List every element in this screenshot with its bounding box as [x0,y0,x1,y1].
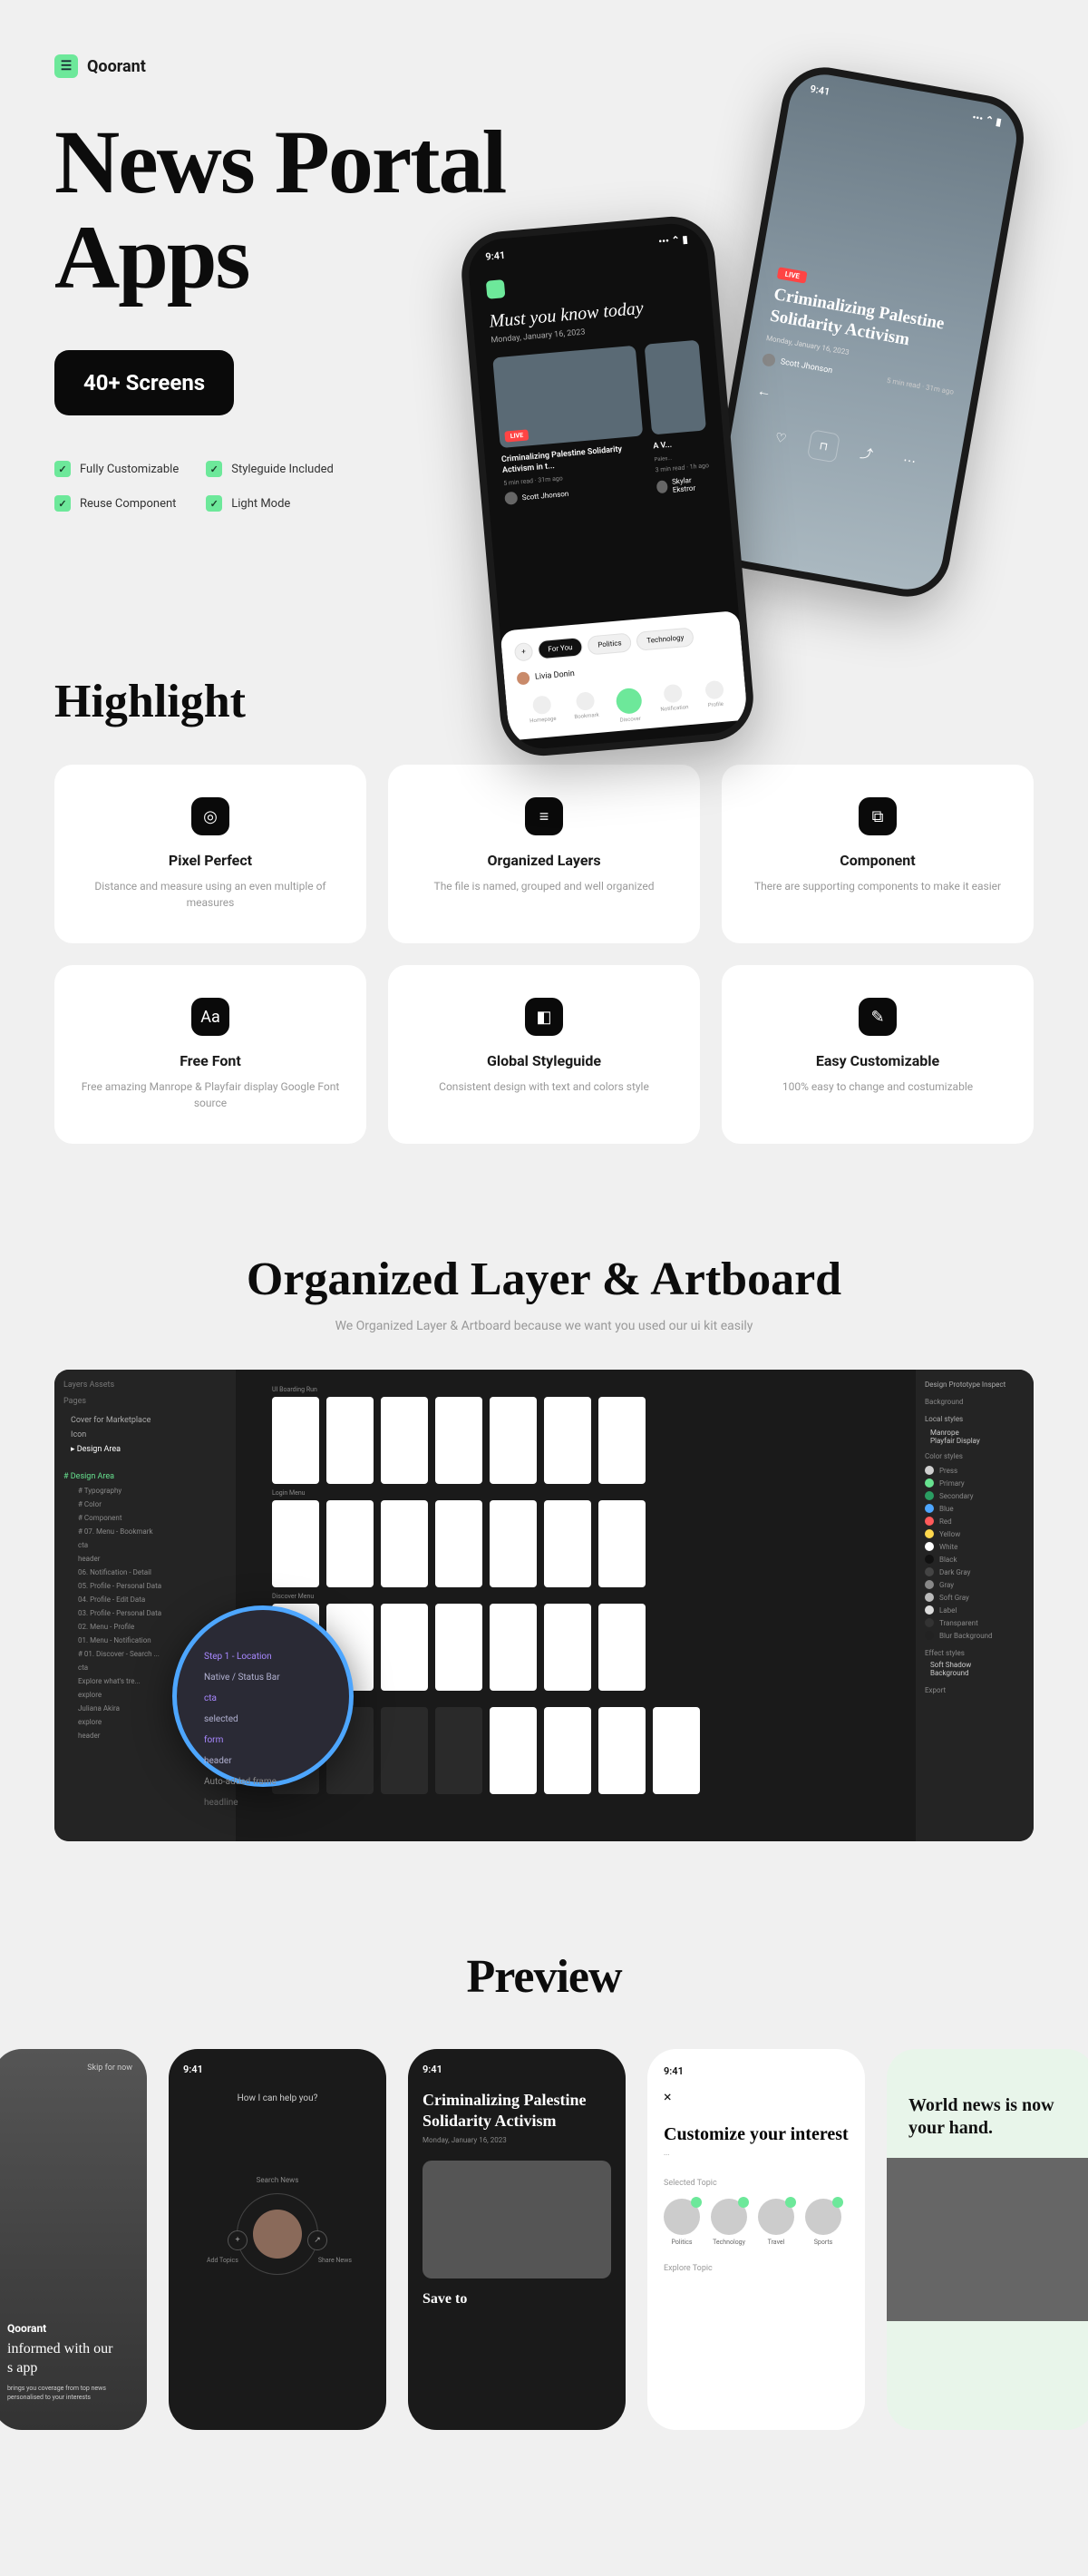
news-card[interactable]: A V... Pales... 3 min read · 1h ago Skyl… [645,340,712,495]
live-badge: LIVE [777,267,808,283]
check-icon: ✓ [54,461,71,477]
chip-politics[interactable]: Politics [587,632,632,655]
feature-icon: ◧ [525,998,563,1036]
voice-ring[interactable]: + Add Topics ↗ Share News [237,2193,318,2275]
phone-mockup-article: 9:41••• ⌃ ▮ LIVE Criminalizing Palestine… [701,61,1030,603]
chip-foryou[interactable]: For You [538,637,584,659]
tab-notification[interactable]: Notification [658,683,689,720]
figma-screenshot: Layers Assets Pages Cover for Marketplac… [54,1370,1034,1841]
topic-item[interactable]: Politics [664,2199,700,2246]
back-icon[interactable]: ← [755,381,772,401]
author-row: Scott Jhonson 5 min read · 31m ago [762,352,955,398]
preview-screen-voice-search: 9:41 How I can help you? Search News + A… [169,2049,386,2430]
preview-screen-onboarding: Skip for now Qoorant informed with ours … [0,2049,147,2430]
color-swatch: Red [925,1515,1025,1527]
feature-item: ✓Fully Customizable [54,461,179,477]
color-swatch: Gray [925,1578,1025,1591]
figma-canvas: UI Boarding RunLogin MenuDiscover MenuHo… [236,1370,916,1841]
feature-icon: ✎ [859,998,897,1036]
status-icons: ••• ⌃ ▮ [658,233,688,248]
topic-item[interactable]: Sports [805,2199,841,2246]
brand-name: Qoorant [87,57,146,76]
color-swatch: White [925,1540,1025,1553]
hero-image [887,2158,1088,2321]
tab-profile[interactable]: Profile [704,680,725,717]
feature-icon: ◎ [191,797,229,835]
home-icon [532,695,552,715]
feature-item: ✓Reuse Component [54,495,179,512]
preview-title: Preview [54,1950,1034,2004]
avatar [253,2210,302,2259]
like-icon[interactable]: ♡ [764,421,798,454]
screens-badge: 40+ Screens [54,350,234,415]
status-icons: ••• ⌃ ▮ [971,112,1002,128]
color-swatch: Transparent [925,1616,1025,1629]
color-swatch: Blue [925,1502,1025,1515]
hero-title: News PortalApps [54,114,505,305]
avatar [504,492,518,505]
bookmark-icon [576,691,596,711]
tab-bookmark[interactable]: Bookmark [572,691,599,727]
highlight-card: ✎Easy Customizable100% easy to change an… [722,965,1034,1144]
avatar [762,352,776,366]
profile-icon [704,680,724,700]
bell-icon [664,684,684,704]
add-topic-button[interactable]: + [514,641,534,661]
avatar [517,671,530,685]
share-news-icon[interactable]: ↗ [307,2230,327,2250]
feature-icon: ≡ [525,797,563,835]
zoom-lens: Step 1 - Location Native / Status Bar ct… [172,1605,354,1787]
highlight-card: ◎Pixel PerfectDistance and measure using… [54,765,366,943]
topic-item[interactable]: Travel [758,2199,794,2246]
organized-subtitle: We Organized Layer & Artboard because we… [54,1319,1034,1333]
avatar [656,480,668,493]
news-card[interactable]: LIVE Criminalizing Palestine Solidarity … [492,346,648,509]
color-swatch: Press [925,1464,1025,1477]
feature-icon: ⧉ [859,797,897,835]
tab-discover[interactable]: Discover [615,688,643,724]
article-title: Criminalizing Palestine Solidarity Activ… [768,284,967,360]
feature-item: ✓Light Mode [206,495,334,512]
chip-technology[interactable]: Technology [636,627,695,650]
color-swatch: Primary [925,1477,1025,1489]
feature-item: ✓Styleguide Included [206,461,334,477]
add-topics-icon[interactable]: + [228,2230,248,2250]
color-swatch: Label [925,1604,1025,1616]
brand-logo: ☰ Qoorant [54,54,1034,78]
organized-title: Organized Layer & Artboard [54,1253,1034,1306]
figma-design-panel: Design Prototype Inspect Background Loca… [916,1370,1034,1841]
article-image [423,2161,611,2278]
share-icon[interactable]: ⤴ [850,436,883,470]
color-swatch: Black [925,1553,1025,1566]
color-swatch: Soft Gray [925,1591,1025,1604]
highlight-card: ⧉ComponentThere are supporting component… [722,765,1034,943]
tab-homepage[interactable]: Homepage [528,695,558,731]
preview-screen-article: 9:41 Criminalizing Palestine Solidarity … [408,2049,626,2430]
bookmark-icon[interactable]: ⊓ [807,429,840,463]
topic-item[interactable]: Technology [711,2199,747,2246]
skip-link[interactable]: Skip for now [87,2064,132,2073]
color-swatch: Secondary [925,1489,1025,1502]
news-image [645,340,706,435]
phone-mockups: 9:41••• ⌃ ▮ LIVE Criminalizing Palestine… [426,78,988,713]
more-icon[interactable]: ⋯ [893,444,927,477]
highlight-card: ◧Global StyleguideConsistent design with… [388,965,700,1144]
color-swatch: Yellow [925,1527,1025,1540]
check-icon: ✓ [206,495,222,512]
preview-screen-customize: 9:41 × Customize your interest ... Selec… [647,2049,865,2430]
discover-icon [615,688,642,715]
logo-icon: ☰ [54,54,78,78]
color-swatch: Dark Gray [925,1566,1025,1578]
feature-icon: Aa [191,998,229,1036]
check-icon: ✓ [206,461,222,477]
check-icon: ✓ [54,495,71,512]
live-badge: LIVE [504,429,529,442]
highlight-card: AaFree FontFree amazing Manrope & Playfa… [54,965,366,1144]
close-icon[interactable]: × [664,2088,849,2105]
highlight-card: ≡Organized LayersThe file is named, grou… [388,765,700,943]
preview-screen-landing: World news is now your hand. [887,2049,1088,2430]
color-swatch: Blur Background [925,1629,1025,1642]
news-image: LIVE [492,346,643,448]
